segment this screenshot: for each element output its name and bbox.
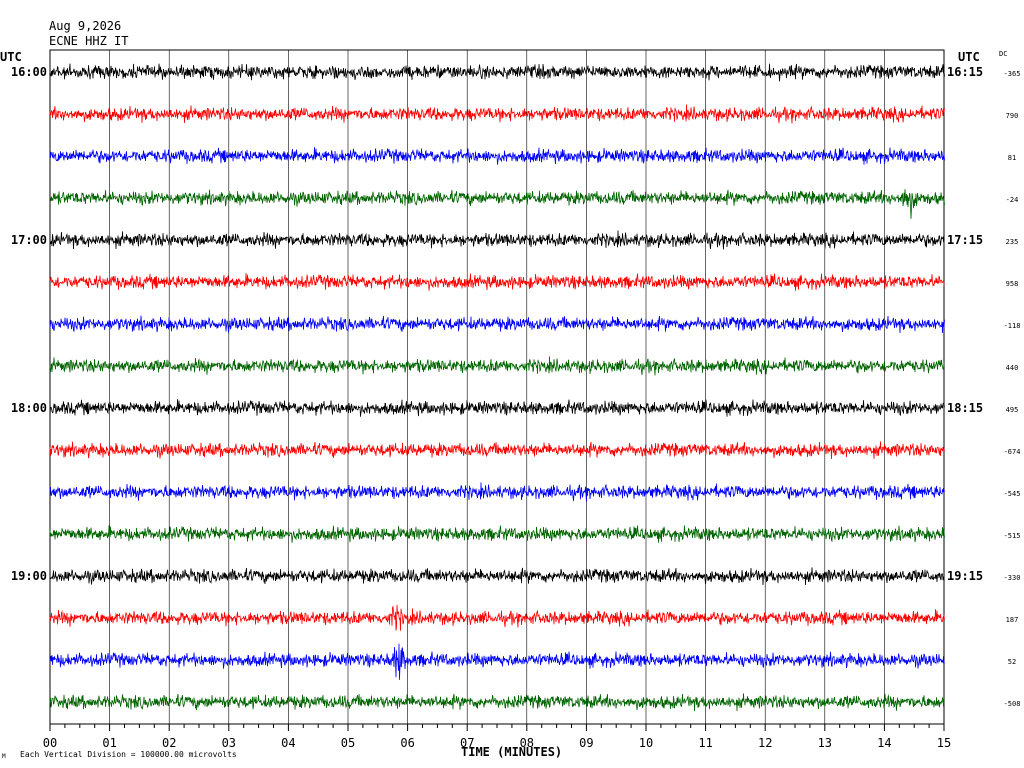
- x-tick-label: 03: [222, 736, 236, 750]
- right-time-label: 18:15: [947, 401, 983, 415]
- dc-offset-label: -545: [1004, 490, 1021, 498]
- trace-line: [49, 643, 945, 680]
- right-time-label: 17:15: [947, 233, 983, 247]
- dc-offset-label: 52: [1008, 658, 1016, 666]
- dc-offset-label: -118: [1004, 322, 1021, 330]
- x-tick-label: 12: [758, 736, 772, 750]
- dc-offset-label: 81: [1008, 154, 1016, 162]
- x-tick-label: 13: [818, 736, 832, 750]
- trace-line: [49, 315, 945, 334]
- footer-mark: M: [2, 753, 6, 760]
- trace-line: [49, 189, 945, 219]
- scale-note: Each Vertical Division = 100000.00 micro…: [20, 750, 237, 759]
- x-tick-label: 09: [579, 736, 593, 750]
- trace-line: [49, 693, 945, 712]
- trace-line: [49, 399, 945, 417]
- x-axis-label: TIME (MINUTES): [461, 745, 563, 759]
- right-time-label: 19:15: [947, 569, 983, 583]
- dc-offset-label: 495: [1006, 406, 1019, 414]
- x-tick-label: 05: [341, 736, 355, 750]
- dc-offset-label: -508: [1004, 700, 1021, 708]
- trace-line: [49, 441, 945, 460]
- x-tick-label: 10: [639, 736, 653, 750]
- x-tick-label: 02: [162, 736, 176, 750]
- trace-line: [49, 147, 945, 165]
- left-time-label: 17:00: [11, 233, 47, 247]
- left-time-label: 16:00: [11, 65, 47, 79]
- x-tick-label: 14: [877, 736, 891, 750]
- dc-offset-label: -24: [1006, 196, 1019, 204]
- dc-offset-label: 790: [1006, 112, 1019, 120]
- trace-line: [49, 482, 945, 502]
- x-tick-label: 11: [698, 736, 712, 750]
- x-tick-label: 04: [281, 736, 295, 750]
- x-tick-label: 06: [400, 736, 414, 750]
- trace-line: [49, 604, 945, 631]
- trace-line: [49, 525, 945, 543]
- x-tick-label: 15: [937, 736, 951, 750]
- dc-offset-label: -674: [1004, 448, 1021, 456]
- dc-offset-label: -330: [1004, 574, 1021, 582]
- trace-line: [49, 567, 945, 586]
- trace-line: [49, 104, 945, 124]
- dc-offset-label: 958: [1006, 280, 1019, 288]
- trace-line: [49, 356, 945, 376]
- x-tick-label: 00: [43, 736, 57, 750]
- dc-offset-label: -515: [1004, 532, 1021, 540]
- left-time-label: 19:00: [11, 569, 47, 583]
- right-time-label: 16:15: [947, 65, 983, 79]
- left-time-label: 18:00: [11, 401, 47, 415]
- dc-offset-label: -365: [1004, 70, 1021, 78]
- trace-line: [49, 63, 945, 82]
- dc-offset-label: 187: [1006, 616, 1019, 624]
- dc-offset-label: 440: [1006, 364, 1019, 372]
- trace-line: [49, 273, 945, 291]
- x-tick-label: 01: [102, 736, 116, 750]
- seismogram-plot: -365 790 81 -24 235 958 -118 440 495 -674 -545 -515…: [11, 49, 1021, 750]
- trace-line: [49, 230, 945, 250]
- dc-offset-label: 235: [1006, 238, 1019, 246]
